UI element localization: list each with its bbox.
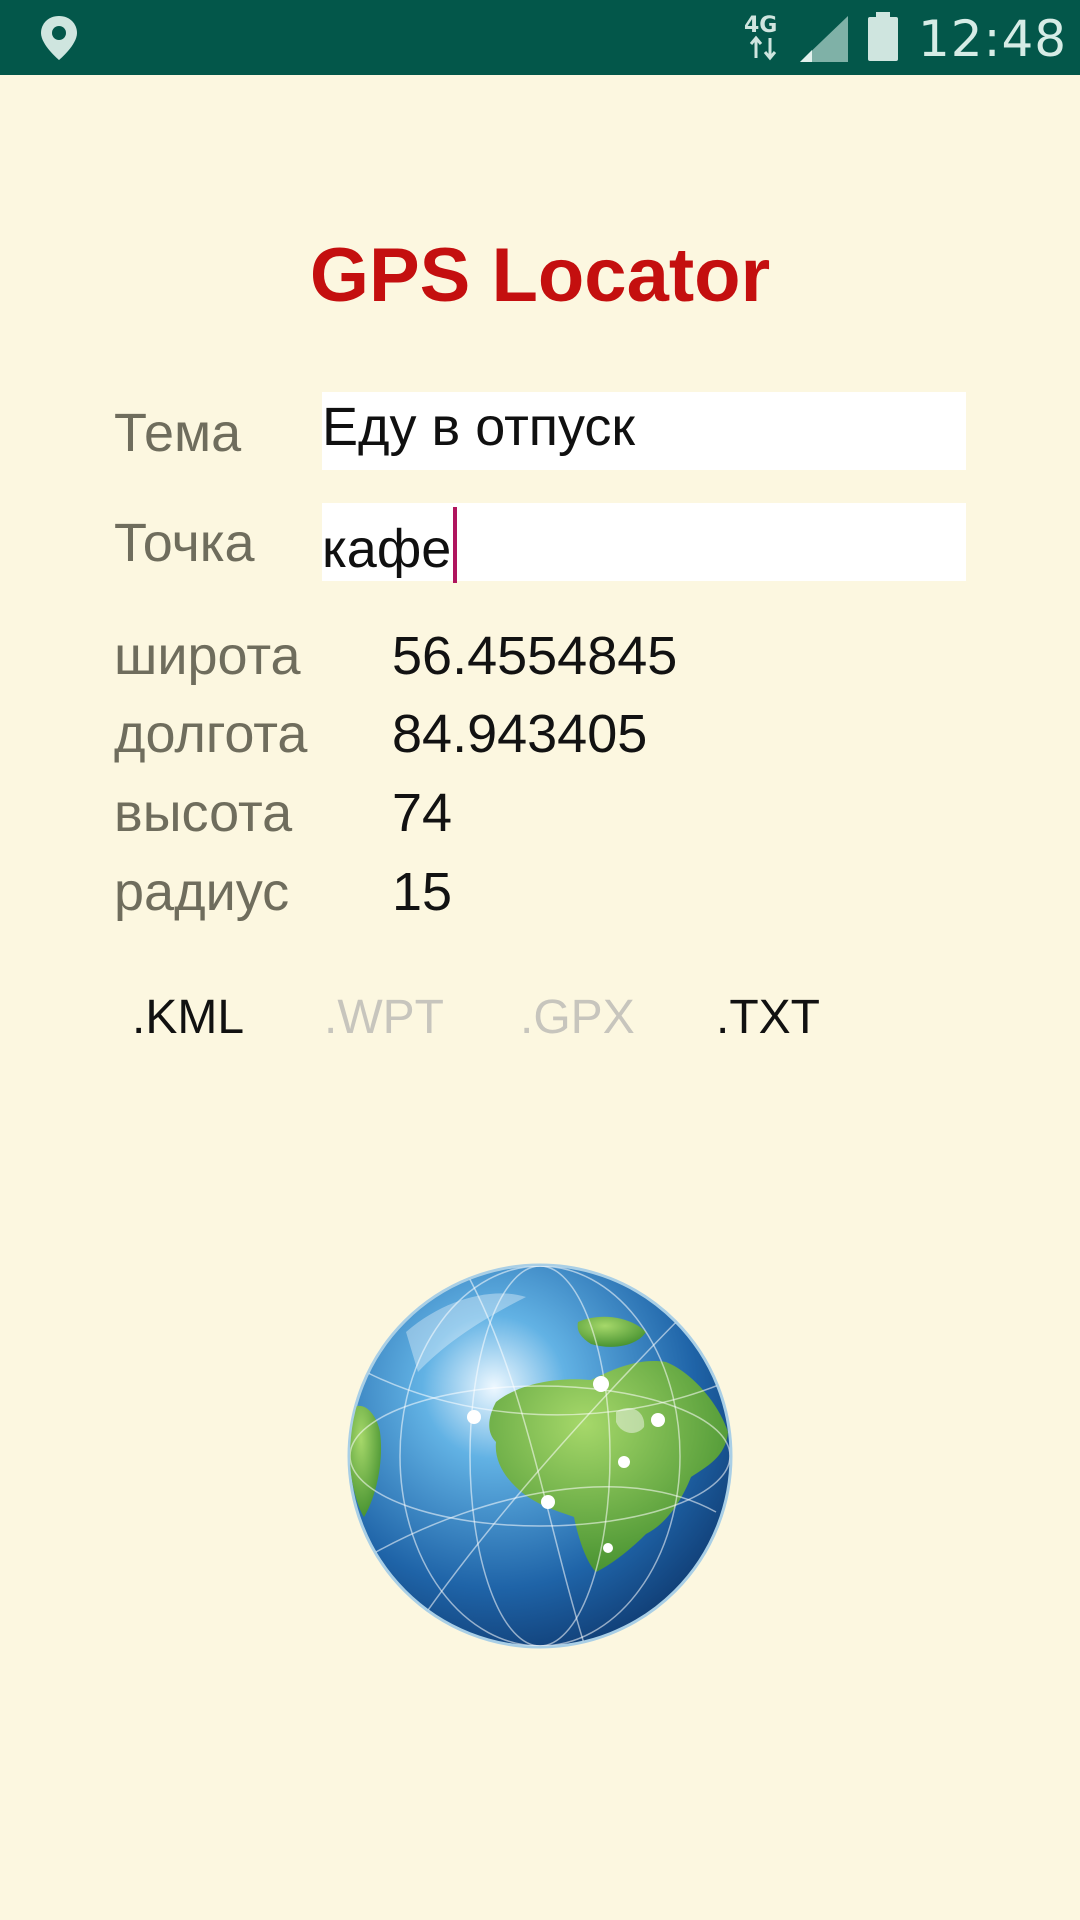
radius-label: радиус <box>114 862 290 922</box>
altitude-value: 74 <box>392 783 453 843</box>
text-cursor <box>453 507 458 583</box>
app-title: GPS Locator <box>309 233 771 318</box>
altitude-label: высота <box>114 783 293 843</box>
export-wpt-button[interactable]: .WPT <box>324 990 444 1045</box>
export-gpx-button[interactable]: .GPX <box>520 990 635 1045</box>
svg-text:4G: 4G <box>744 13 777 38</box>
signal-icon <box>800 16 848 62</box>
longitude-label: долгота <box>114 704 308 764</box>
export-txt-button[interactable]: .TXT <box>716 990 820 1045</box>
longitude-value: 84.943405 <box>392 704 648 764</box>
latitude-value: 56.4554845 <box>392 626 678 686</box>
battery-icon <box>868 12 898 61</box>
clock: 12:48 <box>918 10 1068 68</box>
status-bar: 4G 12:48 <box>0 0 1080 75</box>
radius-value: 15 <box>392 862 453 922</box>
network-4g-icon: 4G <box>744 13 777 61</box>
point-input-value: кафе <box>322 519 452 579</box>
latitude-label: широта <box>114 626 301 686</box>
export-kml-button[interactable]: .KML <box>132 990 244 1045</box>
theme-input[interactable]: Еду в отпуск <box>322 392 966 470</box>
location-pin-icon <box>41 16 77 60</box>
globe-icon <box>347 1263 733 1649</box>
point-input-wrap: кафе <box>322 507 458 583</box>
theme-label: Тема <box>114 403 242 463</box>
point-label: Точка <box>114 513 255 573</box>
point-input[interactable]: кафе <box>322 503 966 583</box>
theme-input-value: Еду в отпуск <box>322 397 636 457</box>
